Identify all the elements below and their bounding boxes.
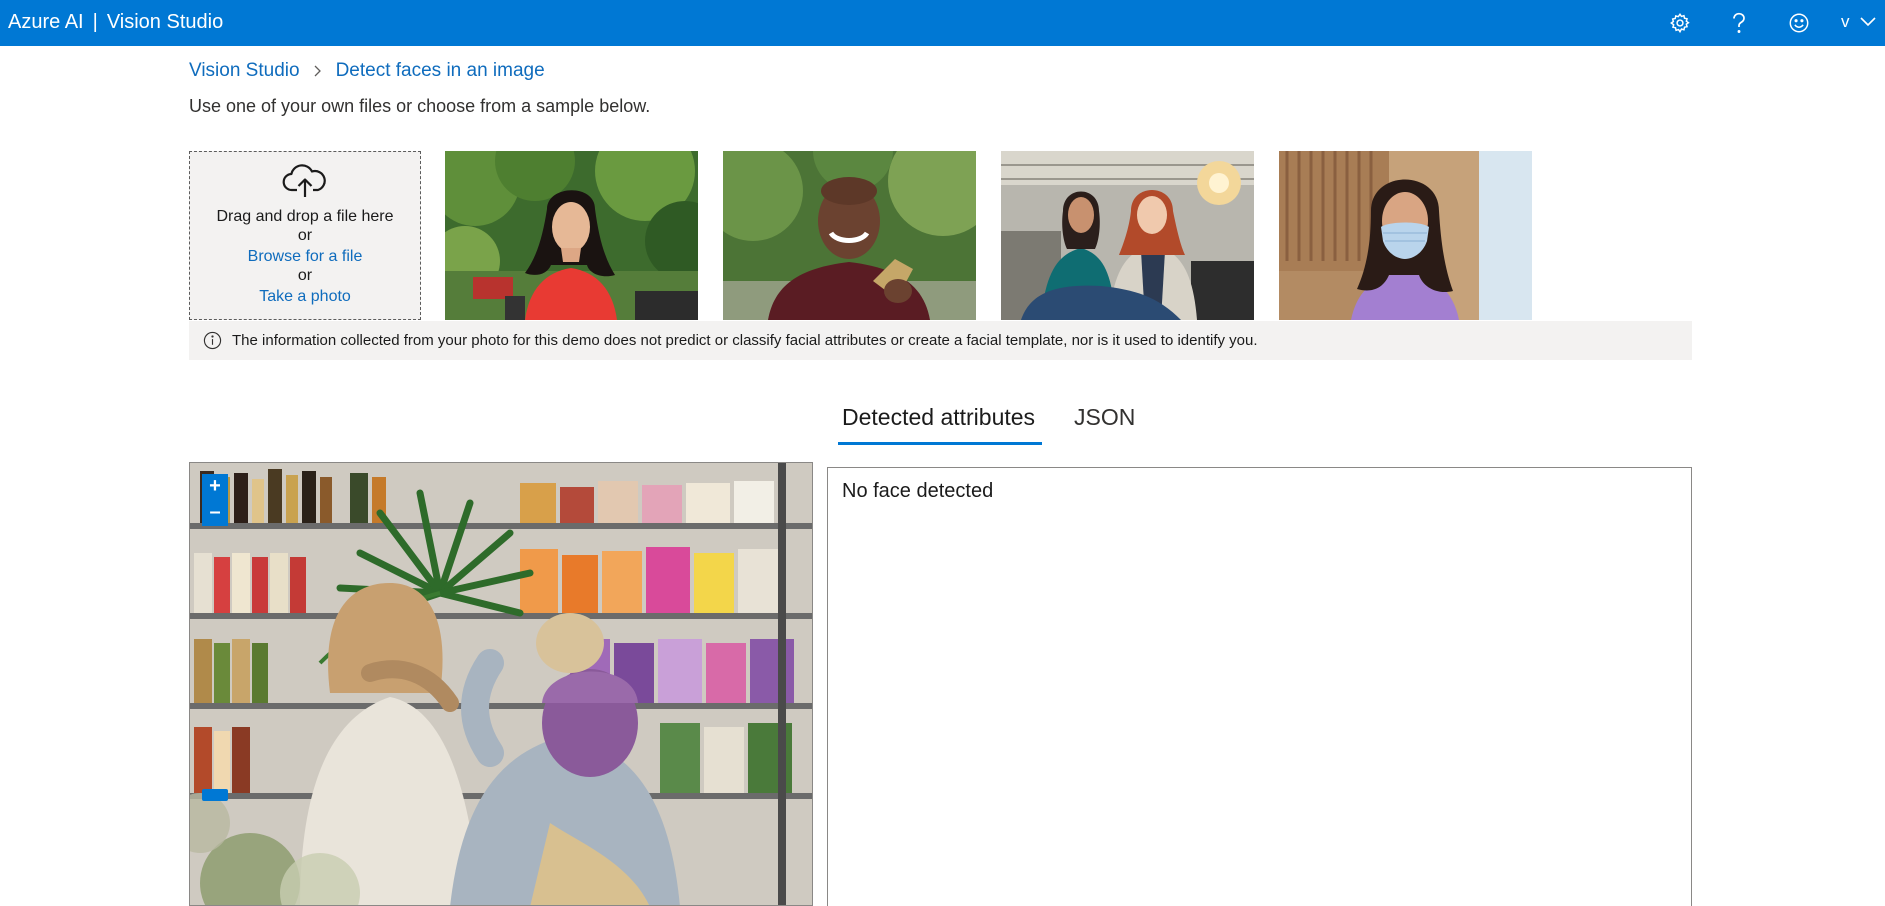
user-account-initial[interactable]: v [1841, 0, 1850, 46]
sample-image-2[interactable] [723, 151, 976, 320]
product-name: Vision Studio [106, 11, 224, 33]
chevron-down-icon [1858, 16, 1878, 33]
tab-json[interactable]: JSON [1074, 404, 1135, 436]
account-menu-button[interactable] [1858, 13, 1878, 34]
viewer-toggle-button[interactable] [202, 789, 228, 801]
cloud-upload-icon [282, 164, 328, 205]
tab-detected-attributes[interactable]: Detected attributes [842, 404, 1035, 436]
breadcrumb-vision-studio[interactable]: Vision Studio [189, 60, 300, 82]
file-drop-zone[interactable]: Drag and drop a file here or Browse for … [189, 151, 421, 320]
image-viewer[interactable]: + – [189, 462, 813, 906]
sample-image-3[interactable] [1001, 151, 1254, 320]
chevron-right-icon [313, 64, 322, 78]
zoom-out-button[interactable]: – [202, 500, 228, 526]
feedback-button[interactable] [1784, 8, 1814, 38]
brand-separator: | [92, 11, 98, 33]
breadcrumb: Vision Studio Detect faces in an image [189, 58, 545, 84]
feedback-smiley-icon [1788, 12, 1810, 34]
gear-icon [1669, 12, 1691, 34]
sample-image-4[interactable] [1279, 151, 1532, 320]
breadcrumb-detect-faces[interactable]: Detect faces in an image [336, 60, 545, 82]
top-bar: Azure AI | Vision Studio v [0, 0, 1885, 46]
zoom-in-button[interactable]: + [202, 474, 228, 500]
browse-file-link[interactable]: Browse for a file [190, 247, 420, 267]
no-face-message: No face detected [842, 480, 994, 502]
help-icon [1728, 11, 1750, 35]
intro-text: Use one of your own files or choose from… [189, 96, 651, 116]
privacy-notice: The information collected from your phot… [189, 321, 1692, 360]
or-text: or [297, 227, 313, 244]
help-button[interactable] [1724, 8, 1754, 38]
sample-image-1[interactable] [445, 151, 698, 320]
take-photo-link[interactable]: Take a photo [190, 287, 420, 307]
or-text-2: or [297, 267, 313, 284]
brand-name: Azure AI [8, 11, 84, 33]
active-tab-indicator [838, 442, 1042, 445]
app-brand[interactable]: Azure AI | Vision Studio [8, 0, 223, 46]
settings-button[interactable] [1665, 8, 1695, 38]
privacy-notice-text: The information collected from your phot… [232, 332, 1258, 349]
drag-drop-text: Drag and drop a file here [216, 208, 394, 225]
detected-attributes-panel: No face detected [827, 467, 1692, 906]
info-icon [203, 331, 222, 350]
